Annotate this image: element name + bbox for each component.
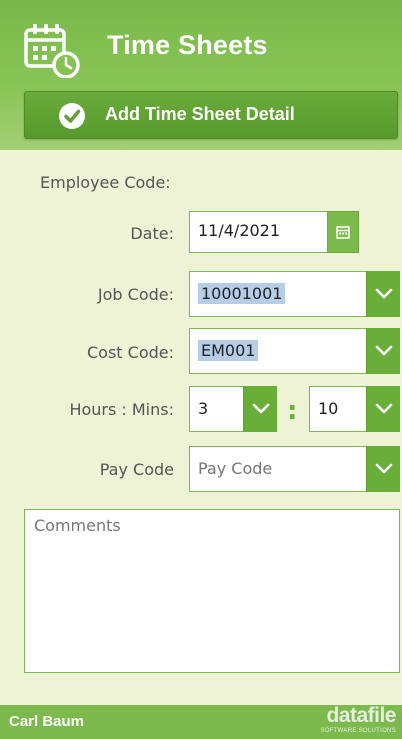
date-label: Date: xyxy=(130,224,174,243)
time-separator: : xyxy=(287,396,298,426)
chevron-down-icon xyxy=(375,288,393,299)
job-code-dropdown-button[interactable] xyxy=(366,271,400,317)
pay-code-select[interactable]: Pay Code xyxy=(189,446,400,492)
cost-code-select[interactable]: EM001 xyxy=(189,328,400,374)
footer-bar: Carl Baum datafile SOFTWARE SOLUTIONS xyxy=(0,705,402,739)
hours-select[interactable]: 3 xyxy=(189,386,277,432)
job-code-label: Job Code: xyxy=(97,285,174,304)
page-title: Time Sheets xyxy=(107,30,268,60)
employee-code-label: Employee Code: xyxy=(40,173,171,192)
pay-code-placeholder: Pay Code xyxy=(198,459,273,478)
hours-dropdown-button[interactable] xyxy=(243,386,277,432)
add-time-sheet-detail-button[interactable]: Add Time Sheet Detail xyxy=(24,91,398,139)
mins-dropdown-button[interactable] xyxy=(366,386,400,432)
cost-code-dropdown-button[interactable] xyxy=(366,328,400,374)
job-code-select[interactable]: 10001001 xyxy=(189,271,400,317)
chevron-down-icon xyxy=(375,345,393,356)
app-header: Time Sheets Add Time Sheet Detail xyxy=(0,0,402,150)
comments-textarea[interactable]: Comments xyxy=(24,509,400,673)
calendar-clock-icon xyxy=(24,24,80,78)
job-code-value: 10001001 xyxy=(198,283,286,304)
calendar-icon xyxy=(336,226,350,239)
date-input[interactable]: 11/4/2021 xyxy=(189,211,329,253)
check-circle-icon xyxy=(59,103,85,129)
datafile-logo: datafile SOFTWARE SOLUTIONS xyxy=(320,705,396,735)
chevron-down-icon xyxy=(375,403,393,414)
cost-code-value: EM001 xyxy=(198,340,259,361)
comments-placeholder: Comments xyxy=(34,516,121,535)
hours-mins-label: Hours : Mins: xyxy=(69,400,174,419)
pay-code-label: Pay Code xyxy=(99,460,174,479)
pay-code-dropdown-button[interactable] xyxy=(366,446,400,492)
cost-code-label: Cost Code: xyxy=(86,343,174,362)
chevron-down-icon xyxy=(252,403,270,414)
user-name: Carl Baum xyxy=(9,713,85,730)
hours-value: 3 xyxy=(198,399,209,418)
add-button-label: Add Time Sheet Detail xyxy=(105,104,295,124)
calendar-button[interactable] xyxy=(327,211,359,253)
date-value: 11/4/2021 xyxy=(198,221,281,240)
brand-tagline: SOFTWARE SOLUTIONS xyxy=(320,728,396,734)
chevron-down-icon xyxy=(375,463,393,474)
mins-select[interactable]: 10 xyxy=(309,386,400,432)
mins-value: 10 xyxy=(318,399,339,418)
brand-name: datafile xyxy=(326,704,396,727)
